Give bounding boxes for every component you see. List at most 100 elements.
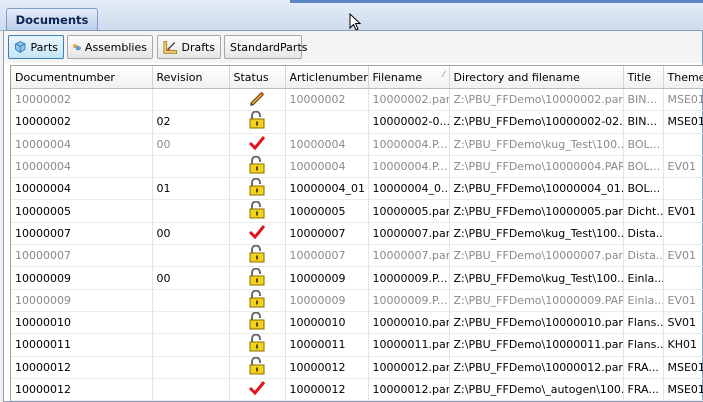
cell-title: FRA...: [623, 378, 664, 402]
draft-icon: [163, 41, 178, 54]
column-header-theme[interactable]: Theme: [663, 66, 703, 89]
table-row[interactable]: 10000009 00 10000009 10000009.P... Z:\PBU_FF…: [11, 266, 703, 290]
cell-title: BIN...: [623, 110, 664, 134]
lock-status-icon: [248, 155, 266, 177]
documents-grid[interactable]: Documentnumber Revision Status Articlenu…: [10, 65, 703, 402]
tab-documents[interactable]: Documents: [6, 8, 98, 30]
table-row[interactable]: 10000007 10000007 10000007.par Z:\PBU_FFDem…: [11, 244, 703, 268]
cell-status: [229, 155, 286, 179]
category-toolbar: Parts Assemblies Drafts StandardParts: [4, 31, 702, 63]
cell-filename: 10000002.par: [368, 88, 450, 112]
table-row[interactable]: 10000011 10000011 10000011.par Z:\PBU_FFDem…: [11, 333, 703, 357]
cell-documentnumber: 10000002: [11, 110, 153, 134]
cell-title: Dista...: [623, 244, 664, 268]
cell-revision: 01: [152, 177, 230, 201]
cell-title: Flans...: [623, 311, 664, 335]
cell-status: [229, 289, 286, 312]
assembly-icon: [73, 44, 81, 51]
cell-revision: [152, 356, 230, 379]
cell-title: Dicht...: [623, 199, 664, 223]
cell-status: [229, 244, 286, 268]
table-row[interactable]: 10000005 10000005 10000005.par Z:\PBU_FFDem…: [11, 199, 703, 223]
table-row[interactable]: 10000004 10000004 10000004.P... Z:\PBU_FFDe…: [11, 155, 703, 179]
cell-articlenumber: [285, 110, 369, 134]
part-cube-icon: [15, 41, 26, 53]
cell-theme: [663, 133, 703, 156]
cell-theme: MSE01: [663, 378, 703, 402]
cell-filename: 10000012.par: [368, 356, 450, 379]
cell-status: [229, 88, 286, 112]
cell-documentnumber: 10000007: [11, 244, 153, 268]
cell-articlenumber: 10000009: [285, 289, 369, 312]
table-row[interactable]: 10000002 02 10000002-0... Z:\PBU_FFDemo\100…: [11, 110, 703, 134]
column-header-documentnumber[interactable]: Documentnumber: [11, 66, 153, 89]
cell-articlenumber: 10000002: [285, 88, 369, 112]
column-header-directory[interactable]: Directory and filename: [449, 66, 624, 89]
cell-articlenumber: 10000004: [285, 155, 369, 179]
standardparts-button-label: StandardParts: [230, 40, 308, 54]
cell-articlenumber: 10000004: [285, 133, 369, 156]
cell-directory: Z:\PBU_FFDemo\10000002.par: [449, 88, 624, 112]
cell-title: Einla...: [623, 266, 664, 290]
table-row[interactable]: 10000002 10000002 10000002.par Z:\PBU_FFDem…: [11, 88, 703, 112]
cell-documentnumber: 10000009: [11, 289, 153, 312]
cell-revision: [152, 155, 230, 179]
cell-title: Dista...: [623, 222, 664, 246]
cell-theme: [663, 222, 703, 246]
table-row[interactable]: 10000009 10000009 10000009.P... Z:\PBU_FFDe…: [11, 289, 703, 312]
cell-filename: 10000007.par: [368, 222, 450, 246]
cell-theme: EV01: [663, 155, 703, 179]
cell-theme: MSE01: [663, 110, 703, 134]
cell-documentnumber: 10000004: [11, 133, 153, 156]
assemblies-button-label: Assemblies: [84, 40, 147, 54]
table-row[interactable]: 10000010 10000010 10000010.par Z:\PBU_FFDem…: [11, 311, 703, 335]
standardparts-button[interactable]: StandardParts: [224, 35, 308, 59]
cell-revision: [152, 289, 230, 312]
lock-status-icon: [248, 267, 266, 289]
cell-documentnumber: 10000002: [11, 88, 153, 112]
cell-directory: Z:\PBU_FFDemo\10000010.par: [449, 311, 624, 335]
column-header-filename-label: Filename: [372, 70, 423, 84]
lock-status-icon: [248, 110, 266, 132]
sort-indicator-icon: ⁄: [443, 70, 445, 79]
cell-title: Einla...: [623, 289, 664, 312]
table-row[interactable]: 10000004 00 10000004 10000004.P... Z:\PBU_FF…: [11, 133, 703, 156]
cell-documentnumber: 10000004: [11, 155, 153, 179]
table-row[interactable]: 10000012 10000012 10000012.par Z:\PBU_FFDem…: [11, 378, 703, 402]
cell-directory: Z:\PBU_FFDemo\10000012.par: [449, 356, 624, 379]
cell-theme: SV01: [663, 311, 703, 335]
lock-status-icon: [248, 333, 266, 355]
column-header-articlenumber[interactable]: Articlenumber: [285, 66, 369, 89]
parts-button[interactable]: Parts: [8, 35, 64, 59]
cell-filename: 10000010.par: [368, 311, 450, 335]
cell-revision: 00: [152, 222, 230, 246]
cell-status: [229, 177, 286, 201]
check-status-icon: [248, 224, 266, 243]
cell-articlenumber: 10000011: [285, 333, 369, 357]
assemblies-button[interactable]: Assemblies: [67, 35, 153, 59]
column-header-status[interactable]: Status: [229, 66, 286, 89]
check-status-icon: [248, 381, 266, 399]
column-header-filename[interactable]: Filename ⁄: [368, 66, 450, 89]
cell-directory: Z:\PBU_FFDemo\10000009.PAR: [449, 289, 624, 312]
cell-documentnumber: 10000004: [11, 177, 153, 201]
column-header-title[interactable]: Title: [623, 66, 664, 89]
cell-directory: Z:\PBU_FFDemo\10000004.PAR: [449, 155, 624, 179]
table-row[interactable]: 10000004 01 10000004_01 10000004_0... Z:\PBU…: [11, 177, 703, 201]
cell-directory: Z:\PBU_FFDemo\10000004_01....: [449, 177, 624, 201]
cell-revision: [152, 378, 230, 402]
drafts-button[interactable]: Drafts: [157, 35, 221, 59]
title-bar-accent: [290, 0, 703, 3]
cell-filename: 10000011.par: [368, 333, 450, 357]
cell-articlenumber: 10000007: [285, 222, 369, 246]
cell-filename: 10000009.P...: [368, 289, 450, 312]
cell-revision: [152, 333, 230, 357]
table-row[interactable]: 10000012 10000012 10000012.par Z:\PBU_FFDem…: [11, 356, 703, 379]
cell-theme: MSE01: [663, 88, 703, 112]
cell-articlenumber: 10000009: [285, 266, 369, 290]
table-row[interactable]: 10000007 00 10000007 10000007.par Z:\PBU_FFD…: [11, 222, 703, 246]
cell-directory: Z:\PBU_FFDemo\10000002-02....: [449, 110, 624, 134]
cell-articlenumber: 10000004_01: [285, 177, 369, 201]
cell-documentnumber: 10000009: [11, 266, 153, 290]
column-header-revision[interactable]: Revision: [152, 66, 230, 89]
